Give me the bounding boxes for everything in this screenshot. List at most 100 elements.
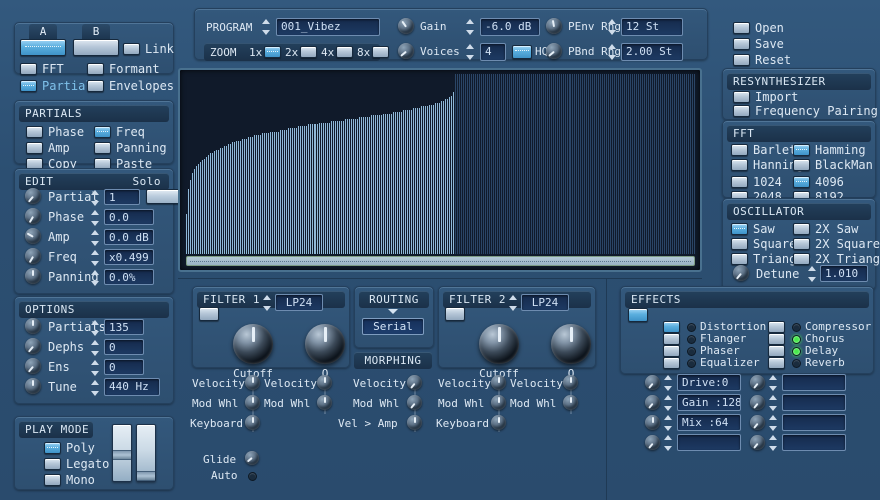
effects-param-knob-l1[interactable] (645, 375, 660, 390)
pitch-bend-slider[interactable] (112, 424, 132, 482)
distortion-checkbox[interactable] (663, 321, 680, 333)
partial-bar[interactable] (190, 180, 191, 254)
gain-knob[interactable] (398, 18, 414, 34)
options-tune-spinner[interactable] (91, 380, 100, 396)
phase-knob[interactable] (25, 208, 41, 224)
partial-bar[interactable] (425, 106, 426, 254)
partial-bar[interactable] (457, 74, 458, 254)
saw-checkbox[interactable] (731, 222, 748, 235)
partial-bar[interactable] (238, 141, 239, 254)
amp-spinner[interactable] (91, 230, 100, 246)
partial-bar[interactable] (254, 135, 255, 254)
morphing-modwhl-knob[interactable] (407, 395, 422, 410)
partial-bar[interactable] (694, 74, 695, 254)
partial-bar[interactable] (509, 74, 510, 254)
effects-param-spinner-r3[interactable] (769, 415, 778, 431)
partial-bar[interactable] (325, 123, 326, 254)
formant-checkbox[interactable] (87, 62, 104, 75)
effects-param-spinner-l3[interactable] (664, 415, 673, 431)
zoom-4x-label[interactable]: 4x (321, 46, 334, 59)
partial-bar[interactable] (188, 189, 189, 254)
partial-bar[interactable] (553, 74, 554, 254)
partial-bar[interactable] (499, 74, 500, 254)
partial-bar[interactable] (397, 112, 398, 254)
partial-bar[interactable] (375, 115, 376, 254)
partial-bar[interactable] (469, 74, 470, 254)
partial-bar[interactable] (576, 74, 577, 254)
partial-bar[interactable] (489, 74, 490, 254)
partial-bar[interactable] (333, 121, 334, 254)
partial-bar[interactable] (262, 133, 263, 254)
phase-value[interactable]: 0.0 (104, 209, 154, 225)
partial-bar[interactable] (395, 112, 396, 254)
morphing-vel-amp-knob[interactable] (407, 415, 422, 430)
partial-bar[interactable] (666, 74, 667, 254)
partial-bar[interactable] (264, 133, 265, 254)
partial-bar[interactable] (491, 74, 492, 254)
partial-bar[interactable] (441, 101, 442, 254)
partial-bar[interactable] (274, 132, 275, 254)
partial-bar[interactable] (256, 135, 257, 254)
partial-bar[interactable] (632, 74, 633, 254)
partial-bar[interactable] (323, 123, 324, 254)
partial-bar[interactable] (411, 110, 412, 254)
partial-bar[interactable] (608, 74, 609, 254)
blackman-checkbox[interactable] (793, 158, 810, 171)
partial-bar[interactable] (455, 74, 456, 254)
partial-bar[interactable] (535, 74, 536, 254)
partial-bar[interactable] (636, 74, 637, 254)
options-ens-knob[interactable] (25, 358, 41, 374)
2x-triangle-checkbox[interactable] (793, 252, 810, 265)
partial-bar[interactable] (381, 115, 382, 254)
glide-knob[interactable] (245, 451, 259, 465)
partial-bar[interactable] (644, 74, 645, 254)
options-partials-knob[interactable] (25, 318, 41, 334)
partial-bar[interactable] (391, 114, 392, 254)
partial-bar[interactable] (242, 139, 243, 254)
partial-bar[interactable] (523, 74, 524, 254)
hq-checkbox[interactable] (512, 45, 532, 59)
freq-value[interactable]: x0.499 (104, 249, 154, 265)
distortion-led[interactable] (687, 323, 696, 332)
phase-checkbox[interactable] (26, 125, 43, 138)
partial-bar[interactable] (594, 74, 595, 254)
envelopes-checkbox[interactable] (87, 79, 104, 92)
partial-bar[interactable] (640, 74, 641, 254)
mod-wheel-slider[interactable] (136, 424, 156, 482)
fft-size-4096[interactable]: 4096 (793, 174, 844, 189)
partial-bar[interactable] (204, 159, 205, 254)
chorus-led[interactable] (792, 335, 801, 344)
filter2-cutoff-knob[interactable] (479, 324, 519, 364)
effects-param-spinner-r2[interactable] (769, 395, 778, 411)
hamming-checkbox[interactable] (793, 143, 810, 156)
filter1-cutoff-knob[interactable] (233, 324, 273, 364)
partial-bar[interactable] (230, 144, 231, 254)
partial-bar[interactable] (690, 74, 691, 254)
partial-bar[interactable] (515, 74, 516, 254)
partial-bar[interactable] (592, 74, 593, 254)
partial-bar[interactable] (244, 139, 245, 254)
partial-bar[interactable] (487, 74, 488, 254)
link-toggle[interactable]: Link (123, 41, 174, 56)
partial-bar[interactable] (612, 74, 613, 254)
partial-bar[interactable] (567, 74, 568, 254)
amp-checkbox[interactable] (26, 141, 43, 154)
partial-bar[interactable] (409, 110, 410, 254)
freq-knob[interactable] (25, 248, 41, 264)
partial-bar[interactable] (192, 173, 193, 254)
penv-rng-value[interactable]: 12 St (621, 18, 683, 36)
partial-bar[interactable] (529, 74, 530, 254)
filter1-cutoff-keyboard-knob[interactable] (245, 415, 260, 430)
partial-bar[interactable] (224, 146, 225, 254)
partial-bar[interactable] (692, 74, 693, 254)
partial-spinner[interactable] (91, 190, 100, 206)
partial-bar[interactable] (216, 150, 217, 254)
effects-param-value-l2[interactable]: Gain :128 (677, 394, 741, 411)
options-tune-value[interactable]: 440 Hz (104, 378, 160, 396)
partial-bar[interactable] (527, 74, 528, 254)
partial-bar[interactable] (654, 74, 655, 254)
partial-bar[interactable] (463, 74, 464, 254)
partial-bar[interactable] (339, 121, 340, 254)
partial-bar[interactable] (572, 74, 573, 254)
partial-bar[interactable] (658, 74, 659, 254)
